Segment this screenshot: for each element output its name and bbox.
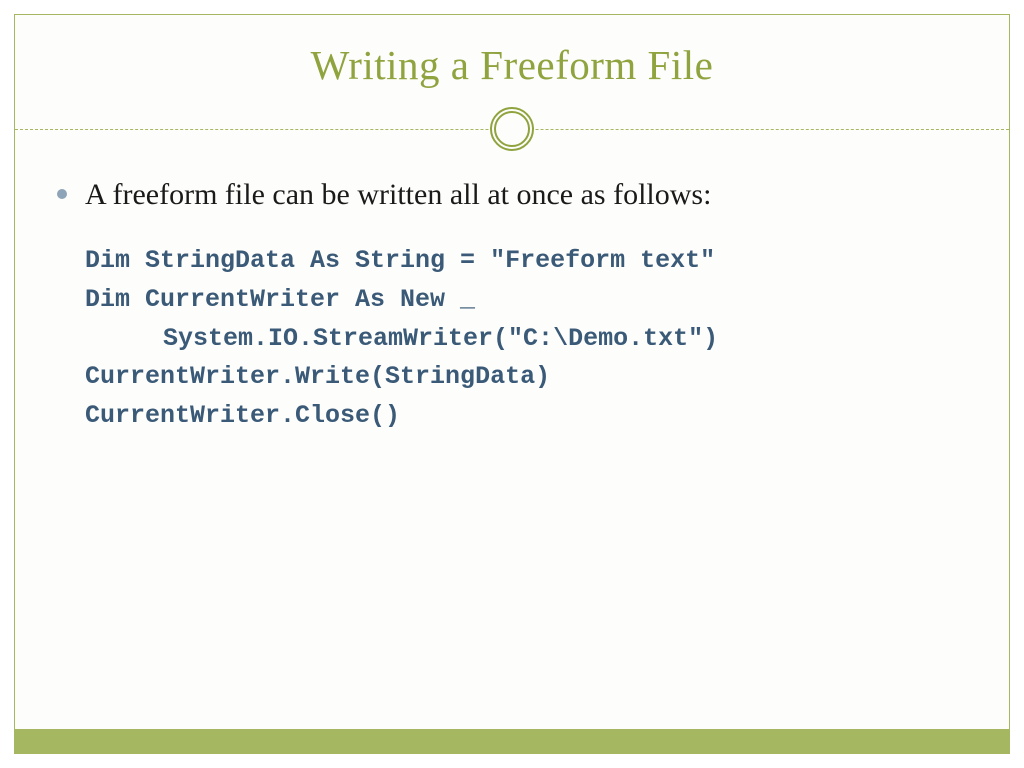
code-line-5: CurrentWriter.Close() [85,397,967,436]
code-line-2: Dim CurrentWriter As New _ [85,281,967,320]
bottom-accent-bar [15,729,1009,753]
bullet-item: A freeform file can be written all at on… [57,175,967,214]
divider-ornament [15,107,1009,151]
code-block: Dim StringData As String = "Freeform tex… [57,242,967,436]
slide-title: Writing a Freeform File [15,41,1009,89]
circle-icon [490,107,534,151]
title-area: Writing a Freeform File [15,15,1009,107]
code-line-3: System.IO.StreamWriter("C:\Demo.txt") [85,320,967,359]
code-line-1: Dim StringData As String = "Freeform tex… [85,242,967,281]
bullet-text: A freeform file can be written all at on… [85,175,711,214]
slide-container: Writing a Freeform File A freeform file … [14,14,1010,754]
code-line-4: CurrentWriter.Write(StringData) [85,358,967,397]
bullet-dot-icon [57,189,67,199]
content-area: A freeform file can be written all at on… [15,151,1009,436]
